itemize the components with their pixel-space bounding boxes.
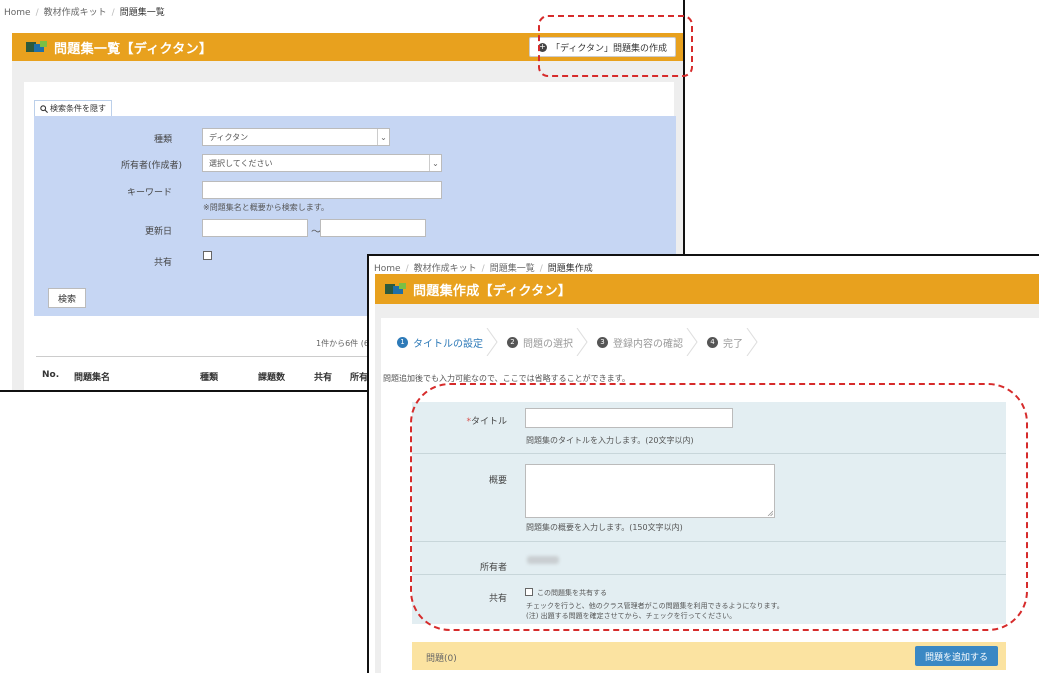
title-label-text: タイトル	[470, 417, 507, 427]
column-no: No.	[42, 370, 60, 380]
hide-filter-tab[interactable]: 検索条件を隠す	[34, 100, 112, 116]
breadcrumb-home[interactable]: Home	[374, 264, 401, 274]
breadcrumb-list[interactable]: 問題集一覧	[490, 264, 535, 274]
page-title-bar: 問題集作成【ディクタン】	[375, 274, 1039, 304]
type-select-value: ディクタン	[209, 132, 249, 142]
app-logo-icon	[26, 40, 48, 54]
page-title: 問題集一覧【ディクタン】	[54, 41, 213, 57]
updated-from-input[interactable]	[202, 219, 308, 237]
step-number: 1	[397, 336, 408, 348]
updated-label: 更新日	[144, 227, 172, 237]
hide-filter-label: 検索条件を隠す	[50, 104, 106, 113]
breadcrumb: Home / 教材作成キット / 問題集一覧 / 問題集作成	[374, 264, 593, 274]
shared-label: 共有	[153, 258, 172, 268]
keyword-label: キーワード	[126, 188, 172, 198]
row-divider	[412, 453, 1006, 454]
row-divider	[412, 574, 1006, 575]
app-logo-icon	[385, 282, 407, 296]
shared-note-2: (注) 出題する問題を確定させてから、チェックを行ってください。	[526, 612, 737, 620]
breadcrumb-kit[interactable]: 教材作成キット	[44, 8, 107, 18]
column-name: 問題集名	[74, 373, 111, 383]
shared-note-1: チェックを行うと、他のクラス管理者がこの問題集を利用できるようになります。	[526, 602, 784, 610]
step-label: タイトルの設定	[413, 338, 483, 350]
breadcrumb-current: 問題集一覧	[119, 8, 165, 18]
summary-label: 概要	[488, 476, 507, 486]
owner-label: 所有者	[479, 563, 507, 573]
breadcrumb-current: 問題集作成	[547, 264, 593, 274]
title-note: 問題集のタイトルを入力します。(20文字以内)	[526, 436, 694, 445]
keyword-input[interactable]	[202, 181, 442, 199]
shared-label: 共有	[488, 594, 507, 604]
resize-handle-icon[interactable]	[767, 510, 773, 516]
title-input[interactable]	[525, 408, 733, 428]
column-type: 種類	[200, 373, 219, 383]
step-label: 問題の選択	[523, 338, 573, 350]
step-chevron-icon	[746, 328, 758, 356]
search-icon	[40, 104, 48, 113]
type-select[interactable]: ディクタン ⌄	[202, 128, 390, 146]
search-button[interactable]: 検索	[48, 288, 86, 308]
row-divider	[412, 541, 1006, 542]
breadcrumb-home[interactable]: Home	[4, 8, 31, 18]
owner-label: 所有者(作成者)	[120, 161, 182, 171]
shared-checkbox[interactable]	[203, 251, 212, 260]
keyword-note: ※問題集名と概要から検索します。	[203, 203, 329, 212]
add-question-button[interactable]: 問題を追加する	[914, 646, 998, 666]
owner-select[interactable]: 選択してください ⌄	[202, 154, 442, 172]
breadcrumb-kit[interactable]: 教材作成キット	[414, 264, 477, 274]
breadcrumb: Home / 教材作成キット / 問題集一覧	[4, 8, 165, 18]
step-label: 登録内容の確認	[613, 338, 683, 350]
step-confirm: 3 登録内容の確認	[587, 328, 698, 356]
owner-name-redacted	[527, 556, 559, 564]
step-question-select: 2 問題の選択	[497, 328, 588, 356]
column-owner: 所有	[350, 373, 369, 383]
chevron-down-icon: ⌄	[377, 129, 389, 145]
column-shared: 共有	[314, 373, 333, 383]
step-number: 4	[707, 336, 718, 348]
step-title-setting: 1 タイトルの設定	[387, 328, 498, 356]
question-create-window: Home / 教材作成キット / 問題集一覧 / 問題集作成 問題集作成【ディクタン】 1 …	[367, 254, 1039, 673]
summary-textarea[interactable]	[525, 464, 775, 518]
questions-count: 問題(0)	[426, 654, 457, 664]
page-title-bar: 問題集一覧【ディクタン】 + 「ディクタン」問題集の作成	[12, 33, 683, 61]
summary-note: 問題集の概要を入力します。(150文字以内)	[526, 523, 683, 532]
column-task-count: 課題数	[258, 373, 286, 383]
step-complete: 4 完了	[697, 328, 758, 356]
title-label: *タイトル	[427, 414, 507, 427]
step-number: 3	[597, 336, 608, 348]
updated-to-input[interactable]	[320, 219, 426, 237]
step-label: 完了	[723, 338, 743, 350]
type-label: 種類	[153, 135, 172, 145]
optional-hint: 問題追加後でも入力可能なので、ここでは省略することができます。	[383, 374, 630, 383]
wizard-steps: 1 タイトルの設定 2 問題の選択 3 登録内容の確認 4 完了	[387, 328, 758, 356]
owner-select-value: 選択してください	[209, 158, 273, 168]
shared-checkbox-label[interactable]: この問題集を共有する	[537, 588, 607, 598]
create-question-set-button[interactable]: + 「ディクタン」問題集の作成	[528, 37, 676, 57]
chevron-down-icon: ⌄	[429, 155, 441, 171]
create-button-label: 「ディクタン」問題集の作成	[550, 43, 667, 54]
plus-circle-icon: +	[537, 42, 547, 52]
page-title: 問題集作成【ディクタン】	[413, 283, 572, 299]
step-number: 2	[507, 336, 518, 348]
questions-bar: 問題(0) 問題を追加する	[412, 642, 1006, 670]
shared-checkbox[interactable]	[525, 588, 533, 596]
